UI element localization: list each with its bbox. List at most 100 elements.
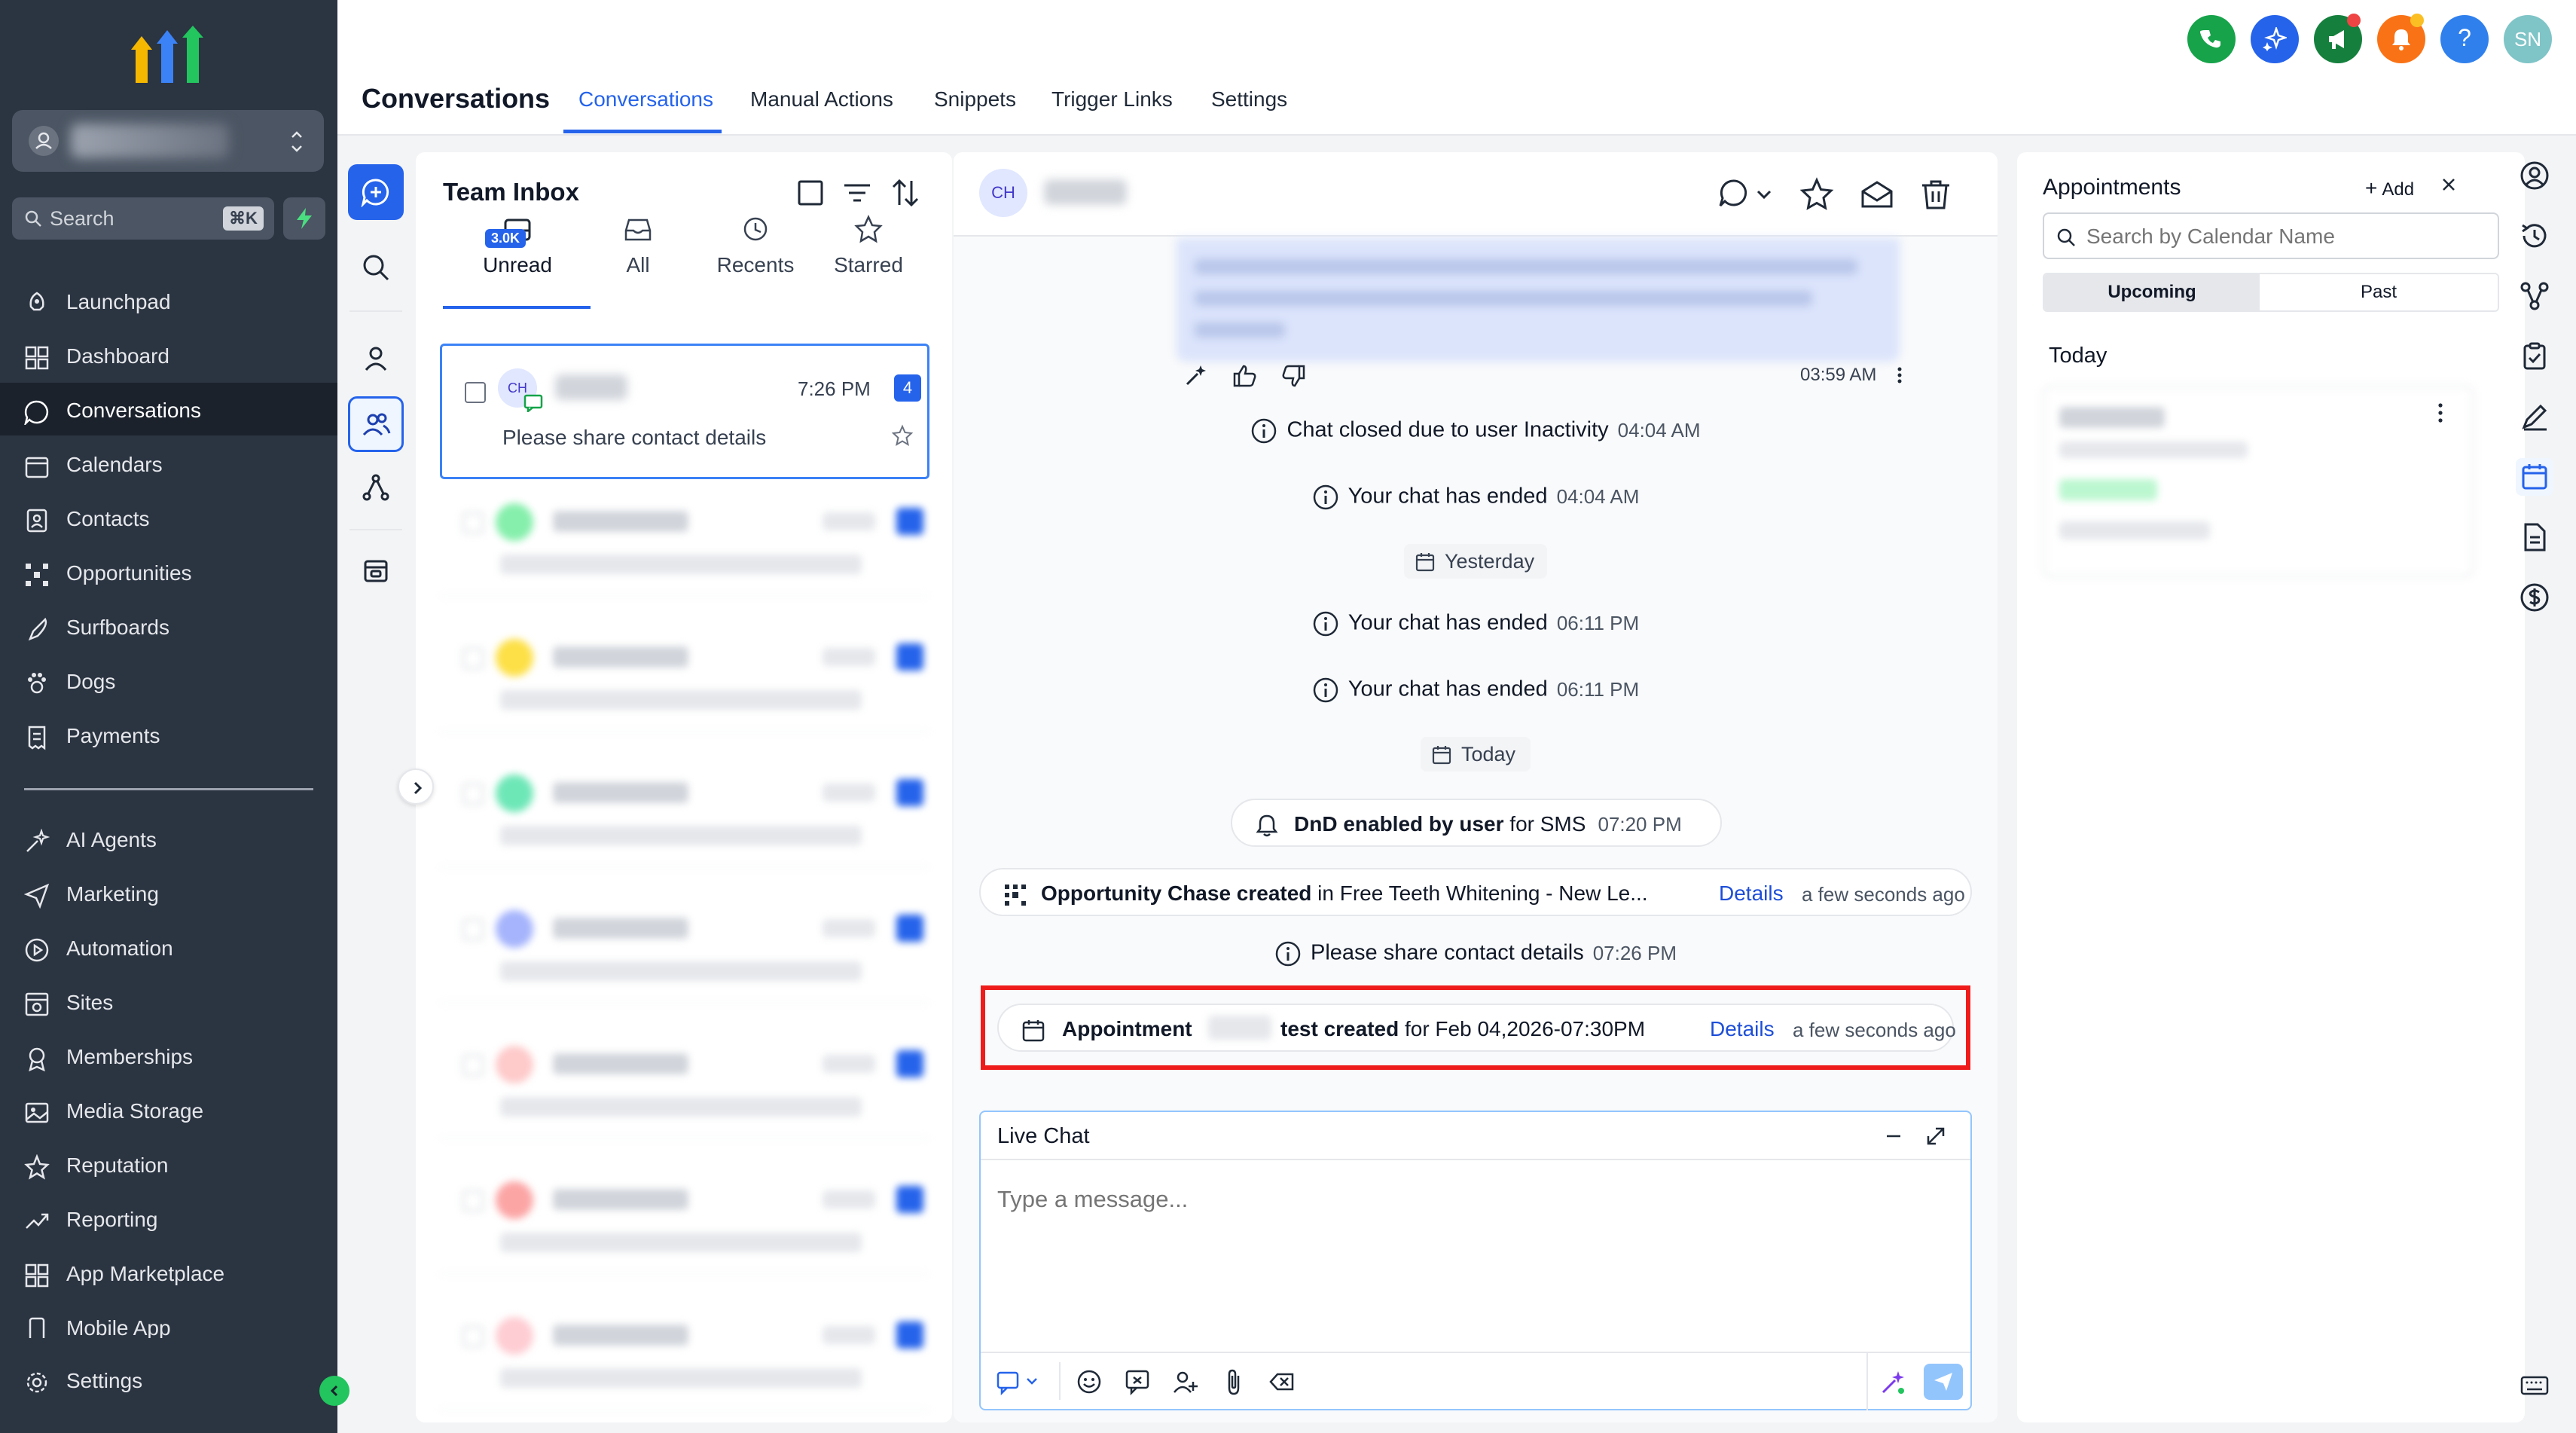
channel-switch-icon[interactable] bbox=[996, 1368, 1042, 1395]
sidebar-item-marketing[interactable]: Marketing bbox=[0, 866, 337, 919]
add-user-icon[interactable] bbox=[1172, 1368, 1199, 1395]
ai-assistant-button[interactable] bbox=[2251, 15, 2299, 63]
conversation-item-redacted[interactable] bbox=[440, 891, 929, 1004]
workflows-button[interactable] bbox=[348, 460, 404, 515]
tab-recents[interactable]: Recents bbox=[691, 214, 819, 277]
thumbs-down-icon[interactable] bbox=[1280, 363, 1306, 389]
conversation-item-redacted[interactable] bbox=[440, 755, 929, 868]
keyboard-icon[interactable] bbox=[2516, 1367, 2553, 1404]
thumbs-up-icon[interactable] bbox=[1232, 363, 1258, 389]
channel-select-icon[interactable] bbox=[1716, 176, 1752, 212]
sidebar-item-contacts[interactable]: Contacts bbox=[0, 491, 337, 544]
star-icon[interactable] bbox=[1799, 176, 1835, 212]
user-avatar-button[interactable]: SN bbox=[2504, 15, 2552, 63]
sidebar-item-calendars[interactable]: Calendars bbox=[0, 437, 337, 490]
sidebar-item-automation[interactable]: Automation bbox=[0, 921, 337, 973]
sidebar-item-app-marketplace[interactable]: App Marketplace bbox=[0, 1246, 337, 1299]
select-all-checkbox-icon[interactable] bbox=[795, 178, 826, 208]
sidebar-item-dogs[interactable]: Dogs bbox=[0, 654, 337, 707]
conversation-item-redacted[interactable] bbox=[440, 1026, 929, 1139]
filter-icon[interactable] bbox=[842, 178, 872, 208]
more-options-icon[interactable] bbox=[2437, 402, 2443, 423]
sidebar-item-mobile-app[interactable]: Mobile App bbox=[0, 1300, 337, 1338]
sidebar-item-opportunities[interactable]: Opportunities bbox=[0, 545, 337, 598]
sidebar-item-memberships[interactable]: Memberships bbox=[0, 1029, 337, 1082]
sidebar-item-dashboard[interactable]: Dashboard bbox=[0, 328, 337, 381]
snippet-icon[interactable] bbox=[1124, 1368, 1151, 1395]
minimize-icon[interactable] bbox=[1885, 1127, 1903, 1145]
sidebar-item-launchpad[interactable]: Launchpad bbox=[0, 274, 337, 327]
notifications-button[interactable] bbox=[2377, 14, 2425, 63]
document-icon[interactable] bbox=[2516, 518, 2553, 556]
conversation-item-selected[interactable]: CH 7:26 PM 4 Please share contact detail… bbox=[440, 344, 929, 479]
sidebar-item-payments[interactable]: Payments bbox=[0, 708, 337, 761]
attachment-icon[interactable] bbox=[1220, 1368, 1247, 1395]
contact-profile-icon[interactable] bbox=[2516, 157, 2553, 194]
tab-trigger-links[interactable]: Trigger Links bbox=[1051, 87, 1173, 112]
help-button[interactable]: ? bbox=[2440, 15, 2489, 63]
send-button[interactable] bbox=[1924, 1364, 1963, 1400]
sidebar-item-reporting[interactable]: Reporting bbox=[0, 1192, 337, 1245]
announcements-button[interactable] bbox=[2314, 14, 2362, 63]
channel-label[interactable]: Live Chat bbox=[997, 1124, 1090, 1149]
collapse-sidebar-button[interactable] bbox=[319, 1376, 349, 1406]
sidebar-item-media-storage[interactable]: Media Storage bbox=[0, 1083, 337, 1136]
sidebar-item-conversations[interactable]: Conversations bbox=[0, 383, 337, 435]
appointments-calendar-icon[interactable] bbox=[2516, 458, 2553, 496]
sidebar-item-settings[interactable]: Settings bbox=[0, 1353, 337, 1406]
tab-manual-actions[interactable]: Manual Actions bbox=[750, 87, 893, 112]
search-conversations-button[interactable] bbox=[348, 240, 404, 295]
sidebar-item-surfboards[interactable]: Surfboards bbox=[0, 600, 337, 652]
add-appointment-button[interactable]: + Add bbox=[2365, 176, 2414, 200]
tab-starred[interactable]: Starred bbox=[804, 214, 932, 277]
mark-read-icon[interactable] bbox=[1859, 176, 1895, 212]
expand-panel-button[interactable] bbox=[398, 768, 434, 805]
segment-upcoming[interactable]: Upcoming bbox=[2044, 274, 2260, 310]
notes-pen-icon[interactable] bbox=[2516, 398, 2553, 435]
archive-button[interactable] bbox=[348, 542, 404, 598]
contact-avatar[interactable]: CH bbox=[979, 169, 1027, 217]
ai-suggest-icon[interactable] bbox=[1184, 363, 1208, 387]
appointment-card-redacted[interactable] bbox=[2043, 386, 2474, 577]
sort-icon[interactable] bbox=[890, 178, 920, 208]
conversation-checkbox[interactable] bbox=[465, 382, 486, 403]
brand-logo-icon[interactable] bbox=[131, 26, 206, 86]
appointment-details-link[interactable]: Details bbox=[1710, 1017, 1775, 1041]
payments-dollar-icon[interactable] bbox=[2516, 579, 2553, 616]
sidebar-item-reputation[interactable]: Reputation bbox=[0, 1138, 337, 1190]
quick-actions-button[interactable] bbox=[283, 197, 325, 240]
team-inbox-button[interactable] bbox=[348, 396, 404, 452]
close-icon[interactable] bbox=[2439, 175, 2458, 194]
trash-icon[interactable] bbox=[1918, 176, 1954, 212]
conversation-item-redacted[interactable] bbox=[440, 619, 929, 732]
workflow-icon[interactable] bbox=[2516, 277, 2553, 315]
calendar-search[interactable] bbox=[2043, 212, 2499, 259]
conversation-item-redacted[interactable] bbox=[440, 484, 929, 597]
message-input[interactable] bbox=[997, 1186, 1931, 1213]
opportunity-details-link[interactable]: Details bbox=[1719, 881, 1784, 906]
expand-icon[interactable] bbox=[1925, 1126, 1946, 1147]
tab-snippets[interactable]: Snippets bbox=[934, 87, 1016, 112]
account-switcher[interactable] bbox=[12, 110, 324, 172]
activity-history-icon[interactable] bbox=[2516, 217, 2553, 255]
calendar-search-input[interactable] bbox=[2086, 225, 2478, 249]
clear-icon[interactable] bbox=[1268, 1368, 1296, 1395]
phone-button[interactable] bbox=[2187, 15, 2236, 63]
tab-conversations[interactable]: Conversations bbox=[578, 87, 713, 112]
tasks-icon[interactable] bbox=[2516, 338, 2553, 375]
sidebar-search[interactable]: Search ⌘K bbox=[12, 197, 274, 240]
sidebar-item-sites[interactable]: Sites bbox=[0, 975, 337, 1028]
sidebar-item-ai-agents[interactable]: AI Agents bbox=[0, 812, 337, 865]
tab-settings[interactable]: Settings bbox=[1211, 87, 1287, 112]
chevron-down-icon[interactable] bbox=[1752, 176, 1776, 212]
message-options-icon[interactable] bbox=[1897, 366, 1903, 384]
conversation-item-redacted[interactable] bbox=[440, 1162, 929, 1275]
my-inbox-button[interactable] bbox=[348, 330, 404, 386]
segment-past[interactable]: Past bbox=[2260, 274, 2498, 310]
new-conversation-button[interactable] bbox=[348, 164, 404, 220]
tab-all[interactable]: All bbox=[574, 214, 702, 277]
ai-compose-icon[interactable] bbox=[1880, 1368, 1907, 1395]
star-icon[interactable] bbox=[891, 424, 914, 447]
conversation-item-redacted[interactable] bbox=[440, 1297, 929, 1410]
emoji-icon[interactable] bbox=[1076, 1368, 1103, 1395]
